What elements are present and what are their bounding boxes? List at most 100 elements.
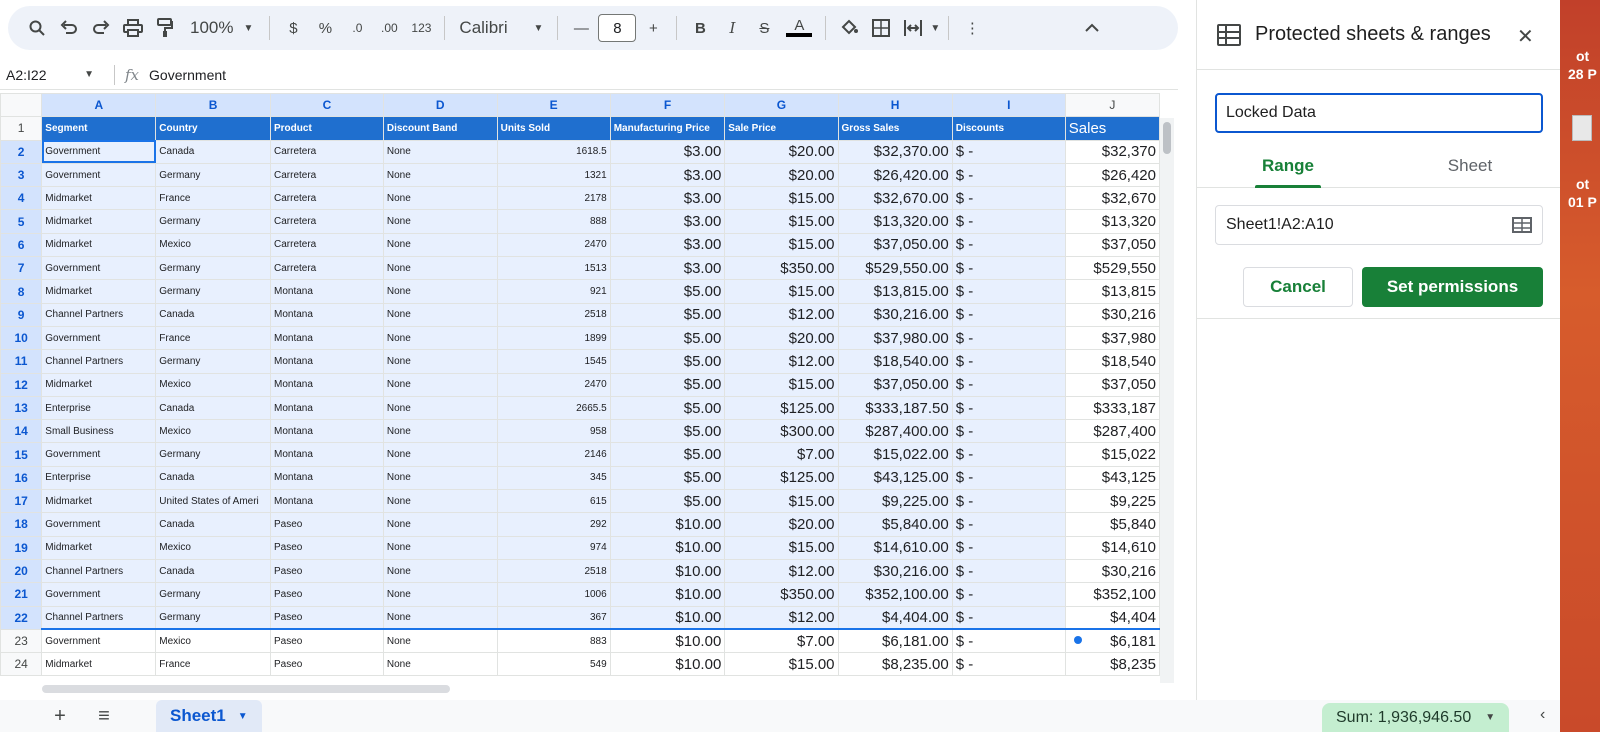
table-cell[interactable]: $ - <box>951 628 1066 654</box>
print-icon[interactable] <box>118 12 148 44</box>
table-cell[interactable]: Channel Partners <box>41 605 157 631</box>
table-cell[interactable]: $15.00 <box>724 186 839 211</box>
table-cell[interactable]: $13,320 <box>1064 209 1160 234</box>
table-cell[interactable]: $10.00 <box>609 558 726 584</box>
table-cell[interactable]: $15.00 <box>724 652 839 677</box>
table-cell[interactable]: $5.00 <box>609 325 726 351</box>
table-cell[interactable]: $ - <box>951 419 1066 444</box>
table-cell[interactable]: Government <box>41 512 157 537</box>
table-cell[interactable]: $37,050 <box>1064 372 1160 397</box>
row-header[interactable]: 14 <box>0 419 43 444</box>
table-cell[interactable]: Mexico <box>155 419 271 444</box>
table-cell[interactable]: United States of Ameri <box>155 489 271 514</box>
table-cell[interactable]: $32,370 <box>1064 139 1160 164</box>
row-header[interactable]: 19 <box>0 535 43 560</box>
table-cell[interactable]: $ - <box>951 302 1066 327</box>
add-sheet-icon[interactable]: + <box>38 705 82 728</box>
table-cell[interactable]: Midmarket <box>41 186 157 211</box>
row-header[interactable]: 24 <box>0 652 43 677</box>
table-cell[interactable]: None <box>382 279 498 304</box>
row-header[interactable]: 3 <box>0 162 43 188</box>
table-cell[interactable]: Montana <box>270 465 384 491</box>
table-cell[interactable]: $13,815.00 <box>837 279 953 304</box>
table-cell[interactable]: None <box>382 302 498 327</box>
table-cell[interactable]: Government <box>41 442 157 467</box>
table-cell[interactable]: Enterprise <box>41 395 157 421</box>
table-cell[interactable]: None <box>382 162 498 188</box>
table-cell[interactable]: Germany <box>155 162 271 188</box>
tab-sheet[interactable]: Sheet <box>1379 144 1561 187</box>
table-cell[interactable]: None <box>382 628 498 654</box>
table-cell[interactable]: $37,980.00 <box>837 325 953 351</box>
table-cell[interactable]: Carretera <box>270 256 384 281</box>
table-cell[interactable]: $3.00 <box>609 139 726 164</box>
formula-input[interactable]: Government <box>149 67 226 83</box>
table-cell[interactable]: None <box>382 652 498 677</box>
table-cell[interactable]: 1618.5 <box>496 139 611 164</box>
table-cell[interactable]: $ - <box>951 535 1066 560</box>
table-cell[interactable]: Germany <box>155 349 271 374</box>
table-cell[interactable]: $ - <box>951 139 1066 164</box>
table-cell[interactable]: $ - <box>951 349 1066 374</box>
spreadsheet-grid[interactable]: ABCDEFGHIJ 1 Segment Country Product Discou… <box>0 93 1160 683</box>
column-header[interactable]: E <box>496 93 611 118</box>
table-cell[interactable]: $ - <box>951 652 1066 677</box>
header-cell[interactable]: Discount Band <box>382 116 498 141</box>
row-header[interactable]: 4 <box>0 186 43 211</box>
table-cell[interactable]: Government <box>41 256 157 281</box>
table-cell[interactable]: None <box>382 186 498 211</box>
currency-format-button[interactable]: $ <box>278 12 308 44</box>
close-icon[interactable]: ✕ <box>1517 24 1534 49</box>
increase-font-size-icon[interactable]: + <box>638 12 668 44</box>
row-header[interactable]: 10 <box>0 325 43 351</box>
table-cell[interactable]: $6,181.00 <box>837 628 953 654</box>
table-cell[interactable]: $352,100 <box>1064 582 1160 607</box>
table-cell[interactable]: Government <box>41 582 157 607</box>
table-cell[interactable]: $10.00 <box>609 535 726 560</box>
table-cell[interactable]: 1006 <box>496 582 611 607</box>
table-cell[interactable]: France <box>155 325 271 351</box>
table-cell[interactable]: $ - <box>951 558 1066 584</box>
table-cell[interactable]: Midmarket <box>41 372 157 397</box>
table-cell[interactable]: Canada <box>155 302 271 327</box>
column-header[interactable]: G <box>724 93 839 118</box>
table-cell[interactable]: Mexico <box>155 232 271 258</box>
select-range-icon[interactable] <box>1512 217 1532 233</box>
increase-decimal-button[interactable]: .00 <box>374 12 404 44</box>
row-header[interactable]: 6 <box>0 232 43 258</box>
column-header[interactable]: H <box>837 93 953 118</box>
table-cell[interactable]: Montana <box>270 279 384 304</box>
table-cell[interactable]: Montana <box>270 395 384 421</box>
table-cell[interactable]: $5.00 <box>609 395 726 421</box>
desktop-file-icon[interactable] <box>1572 115 1592 141</box>
table-cell[interactable]: $13,320.00 <box>837 209 953 234</box>
table-cell[interactable]: 2665.5 <box>496 395 611 421</box>
table-cell[interactable]: $ - <box>951 442 1066 467</box>
table-cell[interactable]: $18,540 <box>1064 349 1160 374</box>
table-cell[interactable]: $26,420.00 <box>837 162 953 188</box>
table-cell[interactable]: $15.00 <box>724 372 839 397</box>
cancel-button[interactable]: Cancel <box>1243 267 1353 307</box>
table-cell[interactable]: $5.00 <box>609 372 726 397</box>
column-header[interactable]: I <box>951 93 1066 118</box>
row-header[interactable]: 9 <box>0 302 43 327</box>
table-cell[interactable]: Paseo <box>270 582 384 607</box>
table-cell[interactable]: $37,050 <box>1064 232 1160 258</box>
table-cell[interactable]: 2518 <box>496 558 611 584</box>
table-cell[interactable]: Germany <box>155 582 271 607</box>
table-cell[interactable]: None <box>382 325 498 351</box>
table-cell[interactable]: Small Business <box>41 419 157 444</box>
table-cell[interactable]: Channel Partners <box>41 349 157 374</box>
table-cell[interactable]: Midmarket <box>41 209 157 234</box>
table-cell[interactable]: $9,225.00 <box>837 489 953 514</box>
decrease-decimal-button[interactable]: .0 <box>342 12 372 44</box>
header-cell[interactable]: Sales <box>1064 116 1160 141</box>
table-cell[interactable]: Mexico <box>155 628 271 654</box>
table-cell[interactable]: 1545 <box>496 349 611 374</box>
table-cell[interactable]: Montana <box>270 419 384 444</box>
table-cell[interactable]: $5.00 <box>609 349 726 374</box>
table-cell[interactable]: $ - <box>951 232 1066 258</box>
header-cell[interactable]: Country <box>155 116 271 141</box>
row-header[interactable]: 16 <box>0 465 43 491</box>
row-header[interactable]: 5 <box>0 209 43 234</box>
